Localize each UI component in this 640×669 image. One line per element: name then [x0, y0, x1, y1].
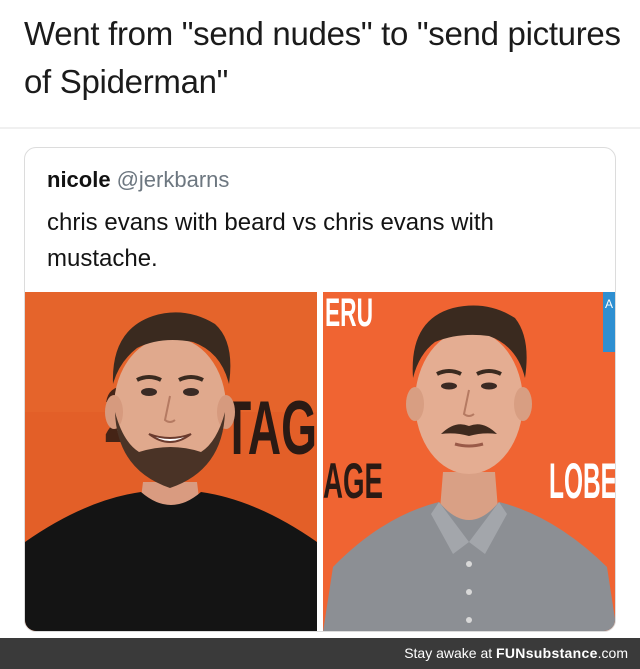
site-footer: Stay awake at FUNsubstance.com [0, 638, 640, 669]
tweet-photo-grid: 2 TAG [25, 292, 616, 631]
tweet-text: chris evans with beard vs chris evans wi… [47, 209, 494, 272]
divider [0, 127, 640, 129]
photo-mustache[interactable]: ERU AGE LOBE A [323, 292, 616, 631]
embedded-tweet[interactable]: nicole @jerkbarns chris evans with beard … [24, 147, 616, 632]
photo-bearded-illustration: 2 TAG [25, 292, 317, 631]
tweet-author-handle[interactable]: @jerkbarns [117, 167, 230, 192]
right-backdrop-mid: AGE [323, 453, 383, 509]
post-caption: Went from "send nudes" to "send pictures… [24, 15, 621, 100]
right-badge: A [605, 297, 613, 311]
tweet-author-name[interactable]: nicole [47, 167, 111, 192]
tweet-header: nicole @jerkbarns [47, 166, 229, 194]
photo-bearded[interactable]: 2 TAG [25, 292, 317, 631]
footer-suffix: .com [597, 645, 628, 661]
photo-mustache-illustration: ERU AGE LOBE A [323, 292, 616, 631]
footer-watermark[interactable]: Stay awake at FUNsubstance.com [404, 645, 628, 661]
footer-brand: FUNsubstance [496, 645, 598, 661]
left-backdrop-text: TAG [223, 386, 317, 471]
right-backdrop-right: LOBE [549, 453, 616, 509]
footer-prefix: Stay awake at [404, 645, 497, 661]
right-backdrop-top: ERU [325, 292, 373, 335]
